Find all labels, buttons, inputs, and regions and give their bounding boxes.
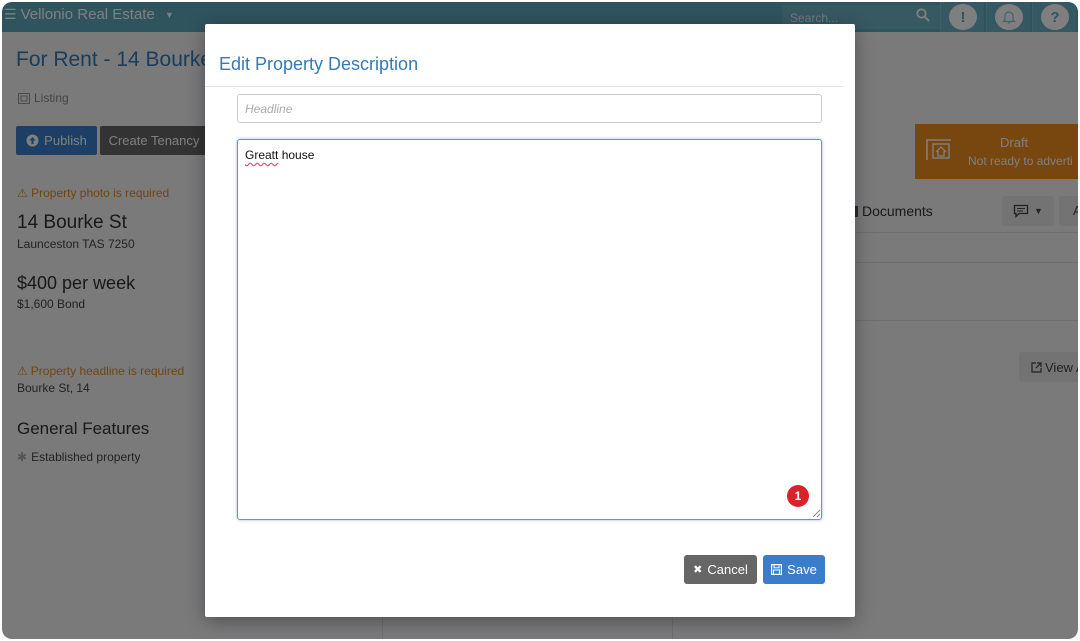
dialog-title: Edit Property Description [219, 54, 419, 74]
spellcheck-error-badge[interactable]: 1 [787, 485, 809, 507]
headline-input[interactable] [237, 94, 822, 123]
resize-handle-icon[interactable] [811, 508, 821, 518]
save-button[interactable]: Save [763, 555, 825, 584]
cancel-label: Cancel [707, 562, 748, 577]
app-window: ☰ Vellonio Real Estate ▼ Search... ! ? F… [2, 2, 1078, 639]
save-label: Save [787, 562, 817, 577]
description-text: Greatt house [245, 148, 314, 162]
close-icon: ✖ [693, 564, 703, 576]
dialog-header-divider [205, 86, 843, 87]
edit-description-dialog: Edit Property Description Greatt house 1… [205, 24, 855, 617]
floppy-icon [771, 564, 783, 575]
description-textarea[interactable]: Greatt house [237, 139, 822, 520]
description-text-rest: house [278, 148, 315, 162]
cancel-button[interactable]: ✖ Cancel [684, 555, 757, 584]
misspelled-word: Greatt [245, 148, 279, 162]
